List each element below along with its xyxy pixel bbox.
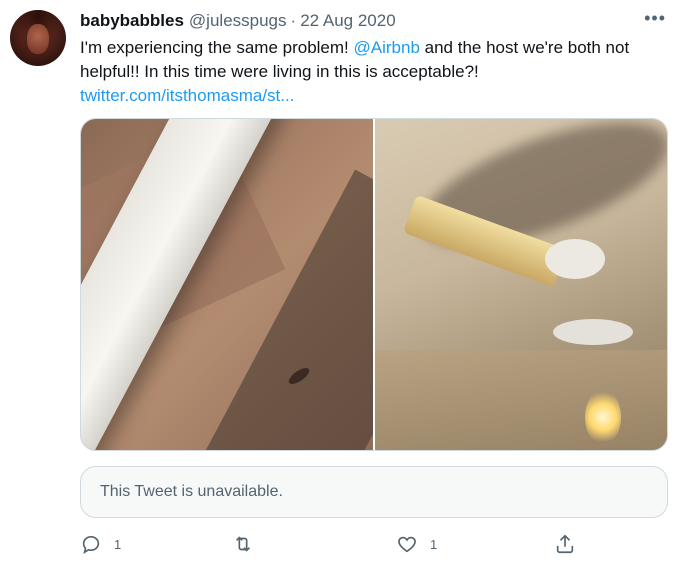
media-grid [80, 118, 668, 451]
reply-icon [82, 536, 100, 555]
more-options-icon[interactable]: ••• [644, 8, 666, 29]
retweet-button[interactable] [232, 533, 266, 555]
light-bulb [585, 389, 621, 445]
tweet-header: babybabbles @julesspugs · 22 Aug 2020 [80, 10, 666, 32]
avatar-face [27, 24, 49, 54]
photo-bug-on-bathtub[interactable] [81, 119, 373, 450]
share-icon [556, 534, 574, 554]
photo-ceiling-fan[interactable] [375, 119, 667, 450]
retweet-icon [235, 536, 251, 552]
like-count: 1 [430, 536, 438, 552]
tweet-text: I'm experiencing the same problem! @Airb… [80, 36, 670, 108]
heart-icon [398, 536, 416, 553]
reply-count: 1 [114, 536, 122, 552]
quoted-tweet-text: This Tweet is unavailable. [100, 483, 283, 500]
wall-area [375, 350, 667, 450]
author-name[interactable]: babybabbles [80, 11, 184, 31]
mention-link[interactable]: @Airbnb [354, 38, 420, 57]
fan-motor [545, 239, 605, 279]
tweet-actions: 1 1 [80, 532, 580, 556]
author-handle[interactable]: @julesspugs [189, 11, 287, 31]
avatar[interactable] [10, 10, 66, 66]
like-button[interactable]: 1 [396, 533, 437, 555]
fan-light-hub [553, 319, 633, 345]
header-separator: · [290, 11, 297, 30]
tweet-text-part-1: I'm experiencing the same problem! [80, 38, 354, 57]
tweet-date[interactable]: 22 Aug 2020 [300, 11, 395, 31]
quoted-tweet-unavailable: This Tweet is unavailable. [80, 466, 668, 518]
share-button[interactable] [554, 533, 576, 555]
tweet-url-link[interactable]: twitter.com/itsthomasma/st... [80, 86, 294, 105]
reply-button[interactable]: 1 [80, 533, 121, 555]
